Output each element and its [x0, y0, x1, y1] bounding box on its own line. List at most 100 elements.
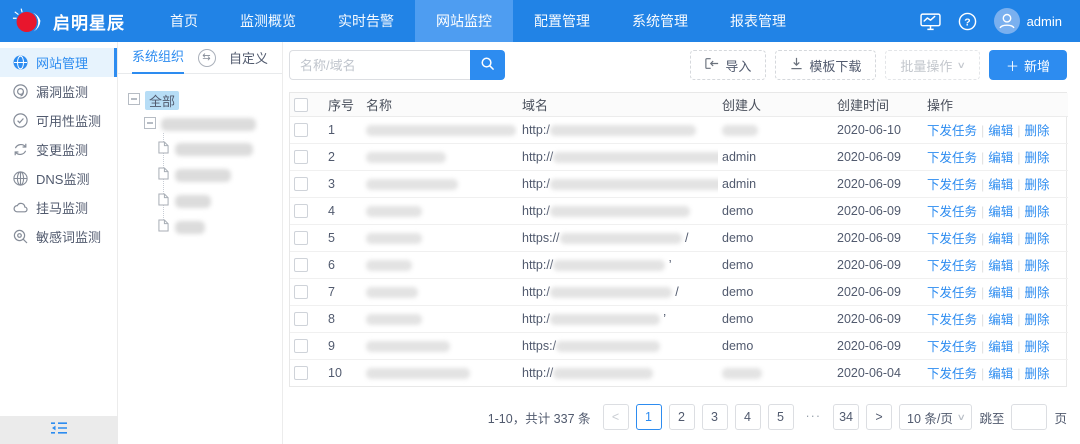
action-delete[interactable]: 删除 [1025, 313, 1050, 327]
row-checkbox[interactable] [294, 123, 308, 137]
sidebar-item-change-monitor[interactable]: 变更监测 [0, 135, 117, 164]
action-edit[interactable]: 编辑 [988, 178, 1013, 192]
action-delete[interactable]: 删除 [1025, 178, 1050, 192]
add-button[interactable]: ＋ 新增 [989, 50, 1067, 80]
action-delete[interactable]: 删除 [1025, 124, 1050, 138]
row-checkbox[interactable] [294, 231, 308, 245]
page-button-page-4[interactable]: 4 [735, 404, 761, 430]
tree-leaf-node[interactable] [158, 214, 282, 240]
sidebar-item-availability-monitor[interactable]: 可用性监测 [0, 106, 117, 135]
action-edit[interactable]: 编辑 [988, 313, 1013, 327]
sidebar-footer[interactable] [0, 416, 118, 444]
nav-item-realtime-alert[interactable]: 实时告警 [317, 0, 415, 42]
nav-item-system-mgmt[interactable]: 系统管理 [611, 0, 709, 42]
cell-domain: http:// [518, 359, 718, 386]
tab-system-org[interactable]: 系统组织 [132, 42, 184, 74]
row-checkbox[interactable] [294, 285, 308, 299]
page-button-next[interactable]: > [866, 404, 892, 430]
tree-leaf-node[interactable] [158, 136, 282, 162]
collapse-node-icon[interactable] [144, 117, 156, 132]
page-button-page-34[interactable]: 34 [833, 404, 859, 430]
cell-creator [718, 116, 833, 143]
action-delete[interactable]: 删除 [1025, 367, 1050, 381]
tree-leaf-node[interactable] [158, 188, 282, 214]
search-button[interactable] [470, 50, 505, 80]
tree-root-label[interactable]: 全部 [145, 91, 179, 110]
action-edit[interactable]: 编辑 [988, 232, 1013, 246]
nav-item-report-mgmt[interactable]: 报表管理 [709, 0, 807, 42]
action-edit[interactable]: 编辑 [988, 205, 1013, 219]
tree-branch-node[interactable] [144, 112, 282, 136]
action-edit[interactable]: 编辑 [988, 124, 1013, 138]
search-input[interactable] [289, 50, 470, 80]
tab-custom[interactable]: 自定义 [229, 48, 268, 67]
action-dispatch-task[interactable]: 下发任务 [927, 124, 977, 138]
action-separator: | [1017, 286, 1020, 300]
action-edit[interactable]: 编辑 [988, 367, 1013, 381]
page-size-select[interactable]: 10 条/页 ∨ [899, 404, 972, 430]
nav-item-monitor-overview[interactable]: 监测概览 [219, 0, 317, 42]
action-delete[interactable]: 删除 [1025, 205, 1050, 219]
cell-name [362, 278, 518, 305]
row-checkbox[interactable] [294, 366, 308, 380]
cell-name [362, 251, 518, 278]
page-button-page-3[interactable]: 3 [702, 404, 728, 430]
sidebar-item-trojan-monitor[interactable]: 挂马监测 [0, 193, 117, 222]
sidebar-item-dns-monitor[interactable]: DNS监测 [0, 164, 117, 193]
tree-root-node[interactable]: 全部 [128, 88, 282, 112]
action-edit[interactable]: 编辑 [988, 340, 1013, 354]
brand-logo[interactable]: 启明星辰 [0, 7, 135, 35]
sidebar-item-keyword-monitor[interactable]: 敏感词监测 [0, 222, 117, 251]
action-delete[interactable]: 删除 [1025, 259, 1050, 273]
action-delete[interactable]: 删除 [1025, 286, 1050, 300]
swap-tabs-icon[interactable]: ⇆ [198, 49, 216, 67]
collapse-sidebar-icon[interactable] [50, 421, 68, 440]
page-button-page-1[interactable]: 1 [636, 404, 662, 430]
sidebar-list: 网站管理漏洞监测可用性监测变更监测DNS监测挂马监测敏感词监测 [0, 42, 117, 251]
action-dispatch-task[interactable]: 下发任务 [927, 151, 977, 165]
batch-operation-label: 批量操作 [900, 56, 952, 75]
action-dispatch-task[interactable]: 下发任务 [927, 205, 977, 219]
page-button-page-2[interactable]: 2 [669, 404, 695, 430]
import-button[interactable]: 导入 [690, 50, 766, 80]
action-delete[interactable]: 删除 [1025, 151, 1050, 165]
action-dispatch-task[interactable]: 下发任务 [927, 367, 977, 381]
action-dispatch-task[interactable]: 下发任务 [927, 286, 977, 300]
row-checkbox[interactable] [294, 258, 308, 272]
import-icon [705, 57, 719, 73]
row-checkbox[interactable] [294, 339, 308, 353]
row-checkbox[interactable] [294, 204, 308, 218]
tree-leaf-node[interactable] [158, 162, 282, 188]
row-checkbox[interactable] [294, 312, 308, 326]
page-button-page-5[interactable]: 5 [768, 404, 794, 430]
page-button-more-pages[interactable]: ··· [801, 404, 827, 430]
action-edit[interactable]: 编辑 [988, 259, 1013, 273]
action-dispatch-task[interactable]: 下发任务 [927, 259, 977, 273]
page-button-prev[interactable]: < [603, 404, 629, 430]
template-download-button[interactable]: 模板下载 [775, 50, 876, 80]
action-edit[interactable]: 编辑 [988, 151, 1013, 165]
nav-item-config-mgmt[interactable]: 配置管理 [513, 0, 611, 42]
document-icon [158, 193, 169, 209]
action-dispatch-task[interactable]: 下发任务 [927, 340, 977, 354]
row-checkbox[interactable] [294, 177, 308, 191]
action-delete[interactable]: 删除 [1025, 340, 1050, 354]
action-delete[interactable]: 删除 [1025, 232, 1050, 246]
page-size-value: 10 条/页 [907, 408, 953, 427]
collapse-node-icon[interactable] [128, 93, 140, 108]
nav-item-home[interactable]: 首页 [149, 0, 219, 42]
action-dispatch-task[interactable]: 下发任务 [927, 313, 977, 327]
nav-item-site-monitor[interactable]: 网站监控 [415, 0, 513, 42]
screen-monitor-icon[interactable] [920, 12, 941, 31]
help-icon[interactable]: ? [958, 12, 977, 31]
action-dispatch-task[interactable]: 下发任务 [927, 178, 977, 192]
action-edit[interactable]: 编辑 [988, 286, 1013, 300]
select-all-checkbox[interactable] [294, 98, 308, 112]
row-checkbox[interactable] [294, 150, 308, 164]
jump-page-input[interactable] [1011, 404, 1047, 430]
sidebar-item-vuln-monitor[interactable]: 漏洞监测 [0, 77, 117, 106]
sidebar-item-site-mgmt[interactable]: 网站管理 [0, 48, 117, 77]
action-dispatch-task[interactable]: 下发任务 [927, 232, 977, 246]
user-menu[interactable]: admin [994, 8, 1062, 34]
batch-operation-button[interactable]: 批量操作 ∨ [885, 50, 980, 80]
